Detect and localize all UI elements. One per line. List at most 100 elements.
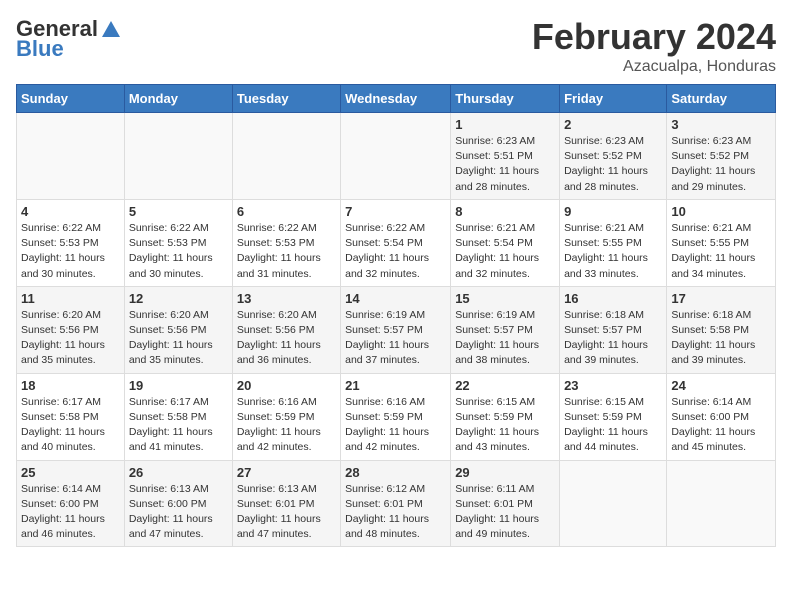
calendar-cell: 23 Sunrise: 6:15 AM Sunset: 5:59 PM Dayli…	[560, 373, 667, 460]
page-subtitle: Azacualpa, Honduras	[532, 58, 776, 76]
day-info: Sunrise: 6:21 AM Sunset: 5:55 PM Dayligh…	[564, 221, 662, 282]
day-number: 29	[455, 465, 555, 480]
day-info: Sunrise: 6:19 AM Sunset: 5:57 PM Dayligh…	[345, 308, 446, 369]
day-info: Sunrise: 6:15 AM Sunset: 5:59 PM Dayligh…	[455, 395, 555, 456]
day-number: 27	[237, 465, 336, 480]
title-block: February 2024 Azacualpa, Honduras	[532, 16, 776, 76]
day-info: Sunrise: 6:20 AM Sunset: 5:56 PM Dayligh…	[129, 308, 228, 369]
calendar-cell	[232, 113, 340, 200]
calendar-cell: 8Sunrise: 6:21 AM Sunset: 5:54 PM Daylig…	[451, 199, 560, 286]
calendar-cell: 2 Sunrise: 6:23 AM Sunset: 5:52 PM Daylig…	[560, 113, 667, 200]
day-info: Sunrise: 6:20 AM Sunset: 5:56 PM Dayligh…	[237, 308, 336, 369]
day-number: 21	[345, 378, 446, 393]
page-header: General Blue February 2024 Azacualpa, Ho…	[16, 16, 776, 76]
day-info: Sunrise: 6:15 AM Sunset: 5:59 PM Dayligh…	[564, 395, 662, 456]
day-number: 9	[564, 204, 662, 219]
calendar-cell: 15Sunrise: 6:19 AM Sunset: 5:57 PM Dayli…	[451, 286, 560, 373]
calendar-header-row: Sunday Monday Tuesday Wednesday Thursday…	[17, 85, 776, 113]
calendar-cell	[341, 113, 451, 200]
calendar-cell: 24Sunrise: 6:14 AM Sunset: 6:00 PM Dayli…	[667, 373, 776, 460]
calendar-cell	[560, 460, 667, 547]
calendar-cell: 12 Sunrise: 6:20 AM Sunset: 5:56 PM Dayli…	[124, 286, 232, 373]
calendar-cell	[667, 460, 776, 547]
day-info: Sunrise: 6:14 AM Sunset: 6:00 PM Dayligh…	[671, 395, 771, 456]
day-info: Sunrise: 6:13 AM Sunset: 6:00 PM Dayligh…	[129, 482, 228, 543]
day-number: 5	[129, 204, 228, 219]
logo: General Blue	[16, 16, 122, 62]
col-friday: Friday	[560, 85, 667, 113]
day-number: 1	[455, 117, 555, 132]
col-sunday: Sunday	[17, 85, 125, 113]
day-number: 16	[564, 291, 662, 306]
calendar-cell: 11 Sunrise: 6:20 AM Sunset: 5:56 PM Dayli…	[17, 286, 125, 373]
calendar-cell: 28 Sunrise: 6:12 AM Sunset: 6:01 PM Dayli…	[341, 460, 451, 547]
calendar-cell: 13 Sunrise: 6:20 AM Sunset: 5:56 PM Dayli…	[232, 286, 340, 373]
day-number: 11	[21, 291, 120, 306]
calendar-week-2: 11 Sunrise: 6:20 AM Sunset: 5:56 PM Dayli…	[17, 286, 776, 373]
day-number: 18	[21, 378, 120, 393]
calendar-cell: 19 Sunrise: 6:17 AM Sunset: 5:58 PM Dayli…	[124, 373, 232, 460]
calendar-cell	[124, 113, 232, 200]
day-info: Sunrise: 6:14 AM Sunset: 6:00 PM Dayligh…	[21, 482, 120, 543]
day-number: 12	[129, 291, 228, 306]
col-wednesday: Wednesday	[341, 85, 451, 113]
day-info: Sunrise: 6:12 AM Sunset: 6:01 PM Dayligh…	[345, 482, 446, 543]
day-info: Sunrise: 6:22 AM Sunset: 5:54 PM Dayligh…	[345, 221, 446, 282]
day-number: 19	[129, 378, 228, 393]
calendar-cell: 14 Sunrise: 6:19 AM Sunset: 5:57 PM Dayli…	[341, 286, 451, 373]
calendar-cell: 25 Sunrise: 6:14 AM Sunset: 6:00 PM Dayli…	[17, 460, 125, 547]
day-info: Sunrise: 6:22 AM Sunset: 5:53 PM Dayligh…	[21, 221, 120, 282]
day-number: 10	[671, 204, 771, 219]
day-number: 25	[21, 465, 120, 480]
day-number: 26	[129, 465, 228, 480]
calendar-table: Sunday Monday Tuesday Wednesday Thursday…	[16, 84, 776, 547]
day-info: Sunrise: 6:17 AM Sunset: 5:58 PM Dayligh…	[21, 395, 120, 456]
day-info: Sunrise: 6:22 AM Sunset: 5:53 PM Dayligh…	[237, 221, 336, 282]
day-number: 2	[564, 117, 662, 132]
calendar-cell: 16Sunrise: 6:18 AM Sunset: 5:57 PM Dayli…	[560, 286, 667, 373]
day-info: Sunrise: 6:16 AM Sunset: 5:59 PM Dayligh…	[237, 395, 336, 456]
calendar-cell: 5Sunrise: 6:22 AM Sunset: 5:53 PM Daylig…	[124, 199, 232, 286]
day-info: Sunrise: 6:23 AM Sunset: 5:51 PM Dayligh…	[455, 134, 555, 195]
day-number: 22	[455, 378, 555, 393]
calendar-cell: 10 Sunrise: 6:21 AM Sunset: 5:55 PM Dayli…	[667, 199, 776, 286]
day-number: 8	[455, 204, 555, 219]
day-info: Sunrise: 6:23 AM Sunset: 5:52 PM Dayligh…	[671, 134, 771, 195]
calendar-cell: 3 Sunrise: 6:23 AM Sunset: 5:52 PM Daylig…	[667, 113, 776, 200]
col-tuesday: Tuesday	[232, 85, 340, 113]
calendar-cell: 27Sunrise: 6:13 AM Sunset: 6:01 PM Dayli…	[232, 460, 340, 547]
day-info: Sunrise: 6:23 AM Sunset: 5:52 PM Dayligh…	[564, 134, 662, 195]
calendar-cell: 17 Sunrise: 6:18 AM Sunset: 5:58 PM Dayli…	[667, 286, 776, 373]
day-number: 13	[237, 291, 336, 306]
day-number: 23	[564, 378, 662, 393]
calendar-cell: 22 Sunrise: 6:15 AM Sunset: 5:59 PM Dayli…	[451, 373, 560, 460]
day-number: 4	[21, 204, 120, 219]
day-info: Sunrise: 6:17 AM Sunset: 5:58 PM Dayligh…	[129, 395, 228, 456]
calendar-week-3: 18 Sunrise: 6:17 AM Sunset: 5:58 PM Dayli…	[17, 373, 776, 460]
calendar-week-1: 4 Sunrise: 6:22 AM Sunset: 5:53 PM Daylig…	[17, 199, 776, 286]
calendar-cell: 6 Sunrise: 6:22 AM Sunset: 5:53 PM Daylig…	[232, 199, 340, 286]
page-title: February 2024	[532, 16, 776, 58]
day-number: 17	[671, 291, 771, 306]
logo-blue-text: Blue	[16, 36, 64, 62]
col-thursday: Thursday	[451, 85, 560, 113]
day-number: 6	[237, 204, 336, 219]
calendar-week-4: 25 Sunrise: 6:14 AM Sunset: 6:00 PM Dayli…	[17, 460, 776, 547]
calendar-cell: 4 Sunrise: 6:22 AM Sunset: 5:53 PM Daylig…	[17, 199, 125, 286]
col-monday: Monday	[124, 85, 232, 113]
day-info: Sunrise: 6:11 AM Sunset: 6:01 PM Dayligh…	[455, 482, 555, 543]
day-number: 28	[345, 465, 446, 480]
day-number: 20	[237, 378, 336, 393]
day-info: Sunrise: 6:16 AM Sunset: 5:59 PM Dayligh…	[345, 395, 446, 456]
calendar-week-0: 1 Sunrise: 6:23 AM Sunset: 5:51 PM Daylig…	[17, 113, 776, 200]
day-info: Sunrise: 6:20 AM Sunset: 5:56 PM Dayligh…	[21, 308, 120, 369]
calendar-cell: 29 Sunrise: 6:11 AM Sunset: 6:01 PM Dayli…	[451, 460, 560, 547]
day-number: 14	[345, 291, 446, 306]
calendar-cell: 18 Sunrise: 6:17 AM Sunset: 5:58 PM Dayli…	[17, 373, 125, 460]
day-info: Sunrise: 6:19 AM Sunset: 5:57 PM Dayligh…	[455, 308, 555, 369]
day-info: Sunrise: 6:21 AM Sunset: 5:55 PM Dayligh…	[671, 221, 771, 282]
day-number: 3	[671, 117, 771, 132]
calendar-cell: 20 Sunrise: 6:16 AM Sunset: 5:59 PM Dayli…	[232, 373, 340, 460]
day-number: 7	[345, 204, 446, 219]
day-info: Sunrise: 6:18 AM Sunset: 5:58 PM Dayligh…	[671, 308, 771, 369]
